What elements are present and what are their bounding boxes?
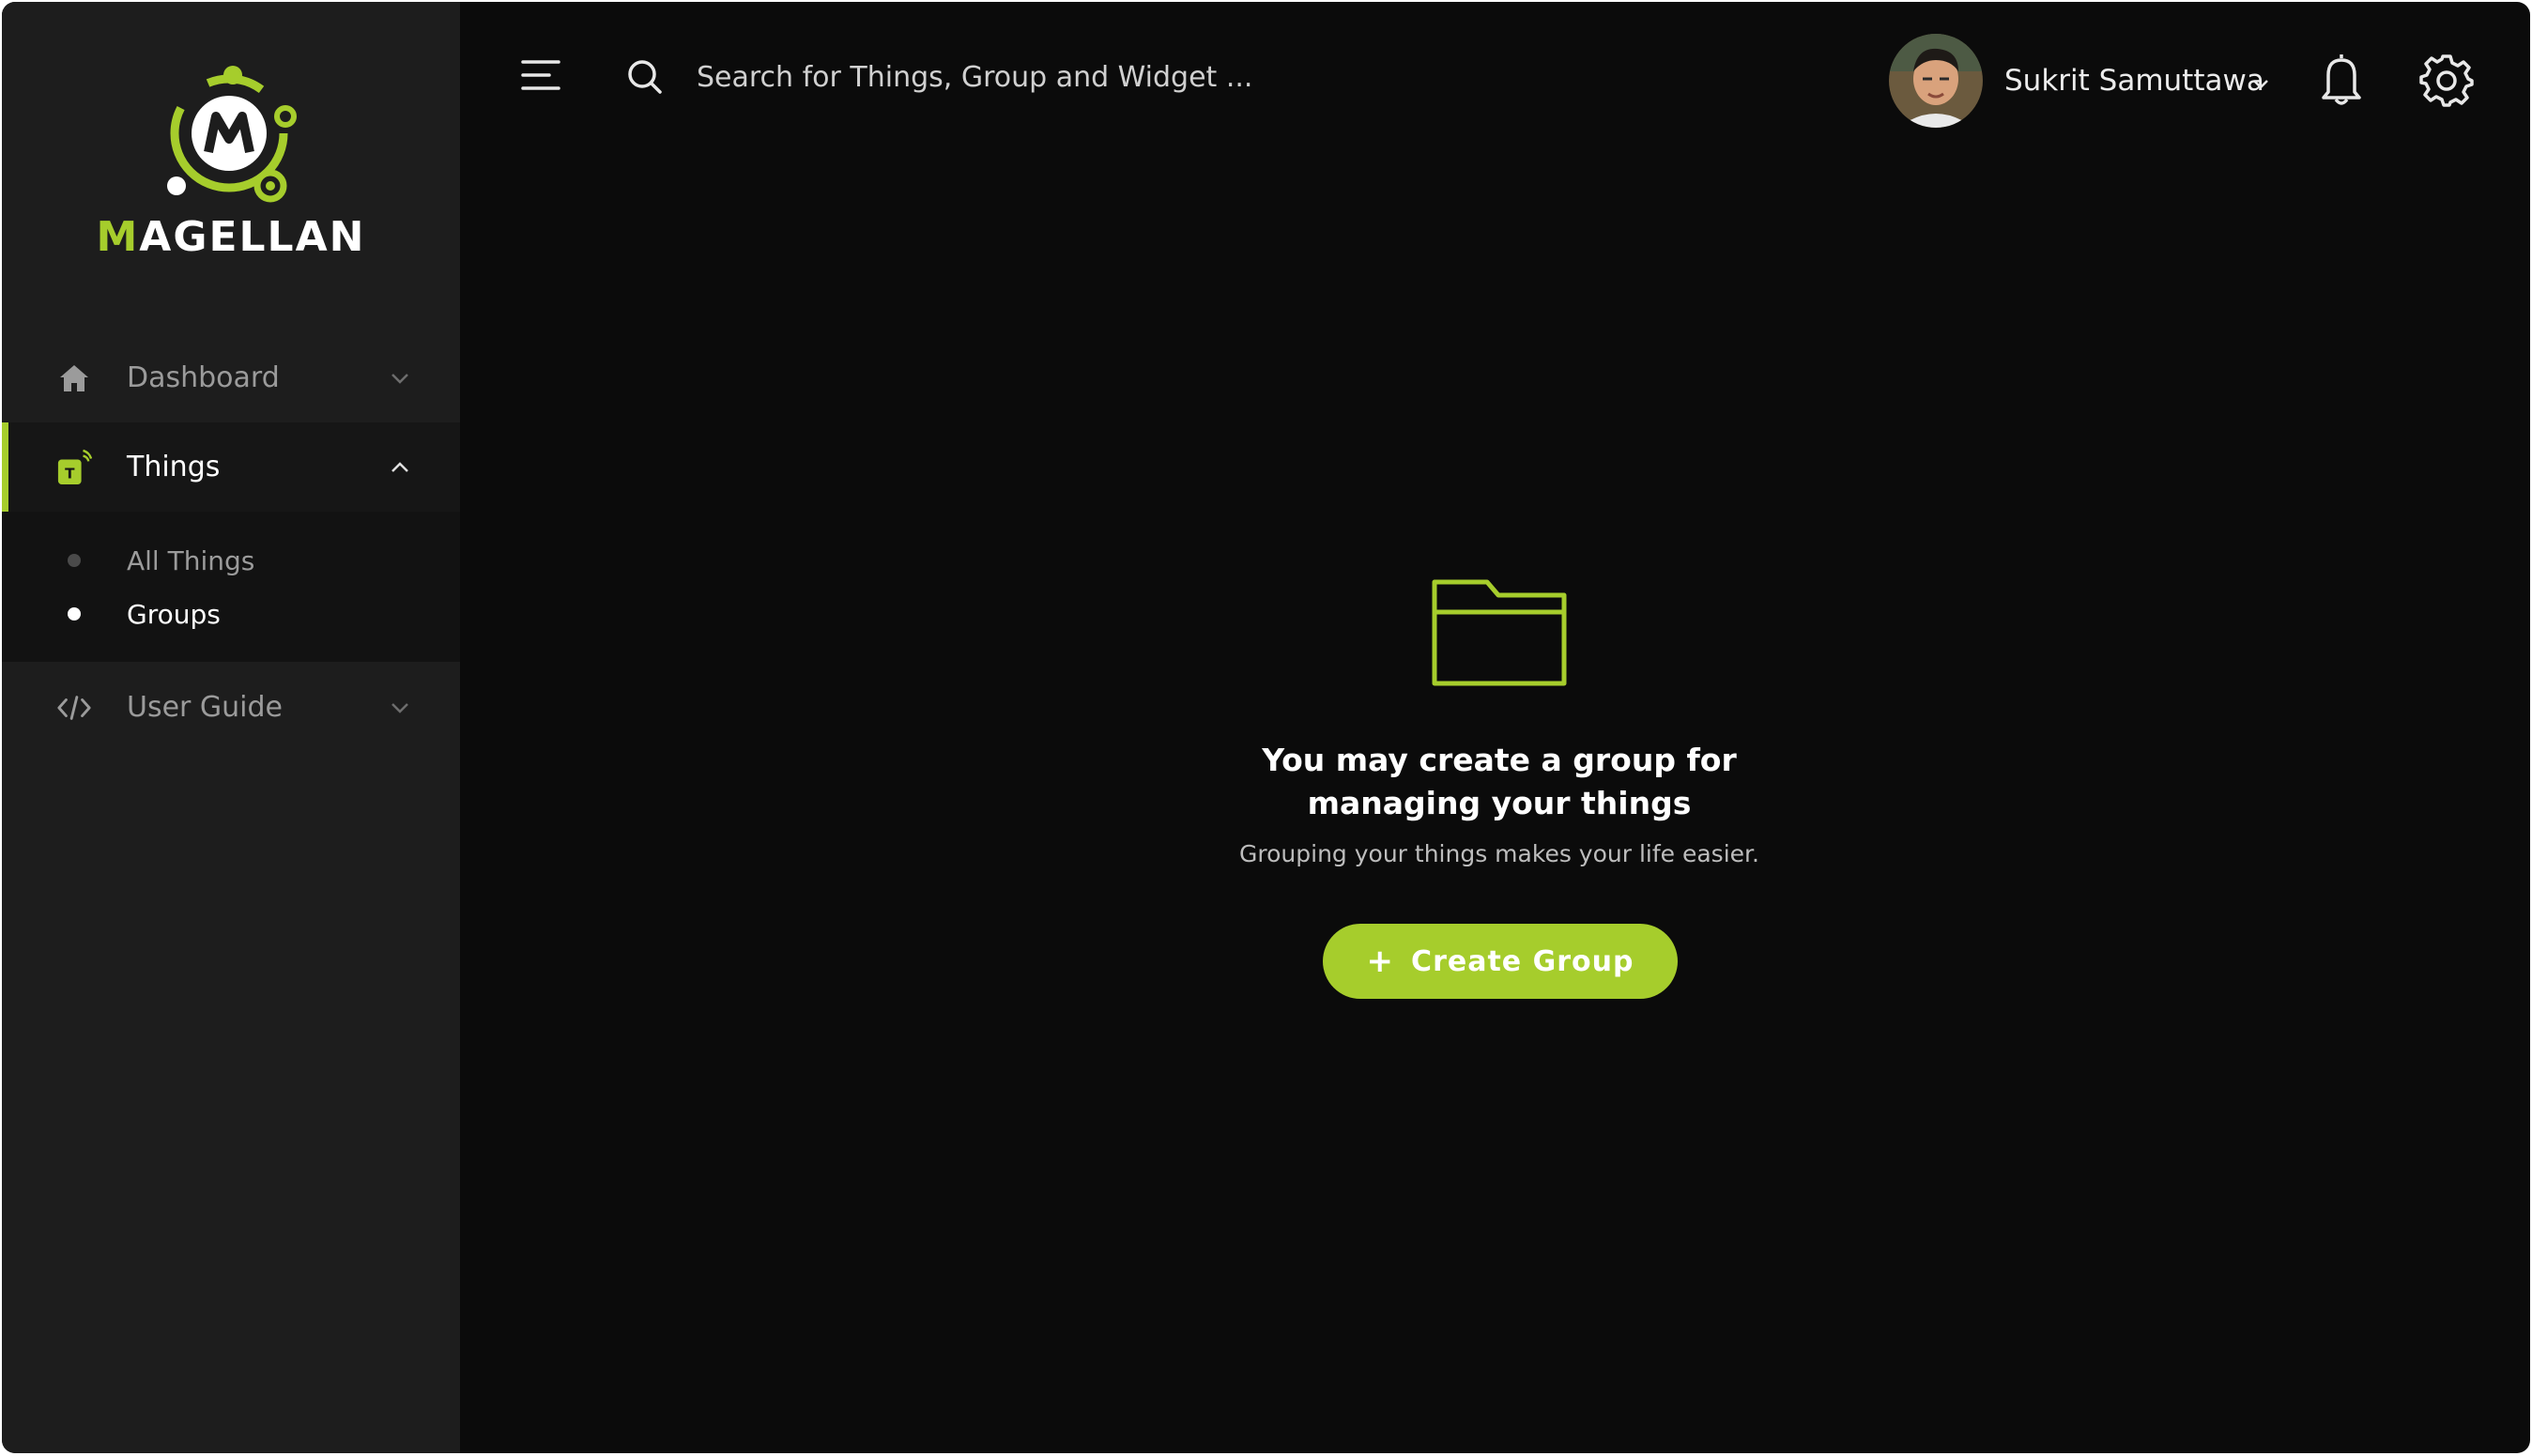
chevron-down-icon bbox=[389, 697, 411, 719]
settings-gear-icon[interactable] bbox=[2419, 53, 2474, 107]
chevron-down-icon bbox=[389, 367, 411, 390]
sidebar-subitem-groups[interactable]: Groups bbox=[2, 590, 460, 637]
home-icon bbox=[56, 360, 92, 396]
sidebar-item-label: Things bbox=[127, 451, 221, 483]
user-photo-icon bbox=[1889, 34, 1983, 128]
chevron-up-icon bbox=[389, 456, 411, 479]
menu-toggle-button[interactable] bbox=[520, 56, 561, 94]
svg-text:T: T bbox=[65, 465, 75, 482]
bullet-icon bbox=[68, 554, 81, 567]
avatar[interactable] bbox=[1889, 34, 1983, 128]
plus-icon: + bbox=[1366, 943, 1395, 980]
bullet-icon bbox=[68, 607, 81, 621]
hamburger-icon bbox=[521, 60, 560, 90]
sidebar-subitem-label: All Things bbox=[127, 544, 255, 576]
things-subnav: All Things Groups bbox=[2, 512, 460, 662]
sidebar-subitem-label: Groups bbox=[127, 598, 221, 630]
sidebar-item-things[interactable]: T Things bbox=[2, 422, 460, 512]
magellan-logo-icon bbox=[167, 66, 297, 203]
empty-state-subtitle: Grouping your things makes your life eas… bbox=[1239, 840, 1759, 867]
sidebar-item-dashboard[interactable]: Dashboard bbox=[2, 333, 460, 422]
sidebar-subitem-all-things[interactable]: All Things bbox=[2, 537, 460, 584]
user-name[interactable]: Sukrit Samuttawa bbox=[2004, 64, 2264, 98]
notification-bell-icon[interactable] bbox=[2316, 51, 2367, 107]
code-icon bbox=[56, 690, 92, 726]
sidebar-item-label: Dashboard bbox=[127, 361, 280, 394]
active-indicator bbox=[2, 422, 8, 512]
chevron-down-icon[interactable] bbox=[2250, 73, 2271, 94]
sidebar-item-user-guide[interactable]: User Guide bbox=[2, 663, 460, 752]
search-icon[interactable] bbox=[626, 58, 664, 96]
brand-logo[interactable]: MAGELLAN bbox=[2, 58, 460, 274]
create-group-label: Create Group bbox=[1411, 944, 1634, 978]
empty-state-title: You may create a group for managing your… bbox=[1262, 742, 1737, 821]
sidebar-item-label: User Guide bbox=[127, 691, 284, 724]
things-icon: T bbox=[56, 449, 92, 485]
brand-name: MAGELLAN bbox=[96, 213, 366, 261]
folder-icon bbox=[1427, 575, 1573, 693]
sidebar: MAGELLAN Dashboard T Things All Things G… bbox=[2, 2, 460, 1453]
app-window: MAGELLAN Dashboard T Things All Things G… bbox=[2, 2, 2530, 1453]
search-input[interactable] bbox=[697, 51, 1410, 103]
create-group-button[interactable]: + Create Group bbox=[1323, 924, 1678, 999]
